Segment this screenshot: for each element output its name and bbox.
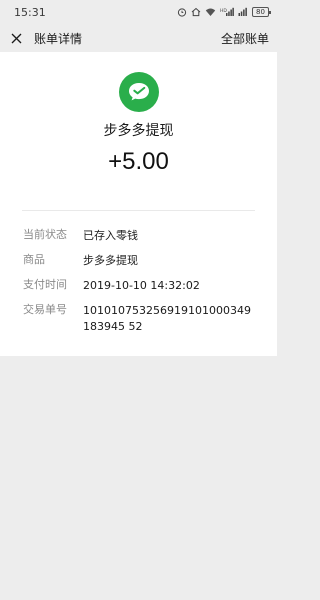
transaction-id[interactable]: 101010753256919101000349183945 52 xyxy=(83,303,253,335)
signal-icon xyxy=(238,7,247,16)
status-bar: 15:31 HD 80 xyxy=(0,0,277,24)
detail-row-payment-time: 支付时间 2019-10-10 14:32:02 xyxy=(23,278,258,294)
divider xyxy=(22,210,255,211)
detail-value: 步多多提现 xyxy=(83,254,138,267)
transaction-amount: +5.00 xyxy=(108,148,169,175)
detail-row-product: 商品 步多多提现 xyxy=(23,253,258,269)
alarm-icon xyxy=(177,8,187,17)
detail-label: 当前状态 xyxy=(23,228,67,241)
page-title: 账单详情 xyxy=(34,31,83,46)
bill-detail-card: 步多多提现 +5.00 当前状态 已存入零钱 商品 步多多提现 支付时间 201… xyxy=(0,52,277,356)
detail-value: 已存入零钱 xyxy=(83,229,138,242)
detail-label: 商品 xyxy=(23,253,45,266)
detail-list: 当前状态 已存入零钱 商品 步多多提现 支付时间 2019-10-10 14:3… xyxy=(23,228,258,344)
hd-signal-icon: HD xyxy=(220,7,234,16)
nav-bar: 账单详情 全部账单 xyxy=(0,24,277,52)
close-icon[interactable] xyxy=(8,30,24,46)
status-icons: HD 80 xyxy=(177,7,271,17)
wechat-pay-icon xyxy=(119,72,159,112)
battery-icon: 80 xyxy=(252,7,271,17)
detail-row-status: 当前状态 已存入零钱 xyxy=(23,228,258,244)
status-time: 15:31 xyxy=(14,5,46,19)
wifi-icon xyxy=(205,8,216,16)
detail-label: 支付时间 xyxy=(23,278,67,291)
detail-label: 交易单号 xyxy=(23,303,67,316)
detail-value: 2019-10-10 14:32:02 xyxy=(83,279,200,292)
battery-level: 80 xyxy=(256,8,265,16)
home-icon xyxy=(191,7,201,17)
merchant-name: 步多多提现 xyxy=(103,123,174,139)
detail-row-transaction-id: 交易单号 101010753256919101000349183945 52 xyxy=(23,303,258,335)
all-bills-link[interactable]: 全部账单 xyxy=(221,30,269,47)
